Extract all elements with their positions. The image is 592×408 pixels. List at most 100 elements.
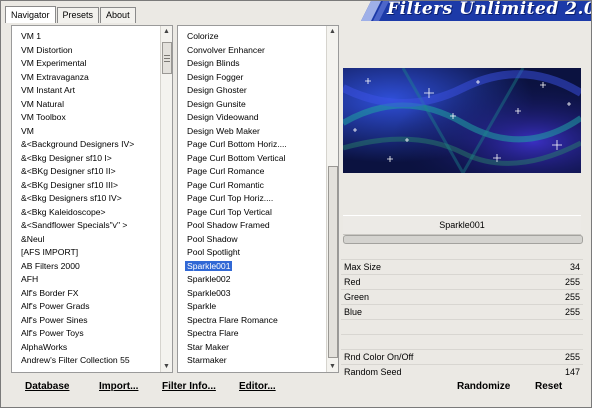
filter-item[interactable]: Design Ghoster — [178, 84, 326, 98]
category-item[interactable]: Alf's Border FX — [12, 287, 160, 301]
category-list[interactable]: VM 1 VM Distortion VM Experimental VM Extra… — [11, 25, 173, 373]
filter-item[interactable]: Design Videowand — [178, 111, 326, 125]
category-item-label: Andrew's Filter Collection 55 — [21, 355, 130, 365]
category-scroll-thumb[interactable] — [162, 42, 172, 74]
filter-item[interactable]: Page Curl Romantic — [178, 179, 326, 193]
database-button[interactable]: Database — [25, 380, 69, 394]
filter-item[interactable]: Page Curl Romance — [178, 165, 326, 179]
category-scrollbar[interactable]: ▲ ▼ — [160, 26, 172, 372]
reset-button[interactable]: Reset — [535, 380, 562, 394]
filter-item[interactable]: Spectra Flare — [178, 327, 326, 341]
filter-item-label: Star Maker — [187, 341, 230, 352]
category-item[interactable]: &<Bkg Kaleidoscope> — [12, 206, 160, 220]
category-item-label: Alf's Power Grads — [21, 301, 90, 311]
filter-item[interactable]: Star Maker — [178, 341, 326, 355]
filter-item[interactable]: Sparkle001 — [178, 260, 326, 274]
filter-list[interactable]: Colorize Convolver Enhancer Design Blinds D… — [177, 25, 339, 373]
filter-item[interactable]: Design Blinds — [178, 57, 326, 71]
filter-item[interactable]: Colorize — [178, 30, 326, 44]
category-item-label: VM 1 — [21, 31, 42, 41]
editor-button[interactable]: Editor... — [239, 380, 276, 394]
filter-item[interactable]: Design Fogger — [178, 71, 326, 85]
scroll-down-arrow-icon[interactable]: ▼ — [161, 361, 172, 372]
filter-item[interactable]: Sparkle — [178, 300, 326, 314]
category-item-label: &<Bkg Designer sf10 I> — [21, 152, 112, 163]
filter-item[interactable]: Design Gunsite — [178, 98, 326, 112]
filter-item[interactable]: Pool Shadow — [178, 233, 326, 247]
category-item[interactable]: VM Instant Art — [12, 84, 160, 98]
filter-item[interactable]: Pool Shadow Framed — [178, 219, 326, 233]
category-item[interactable]: VM Extravaganza — [12, 71, 160, 85]
category-item[interactable]: Andrew's Filter Collection 55 — [12, 354, 160, 368]
import-button[interactable]: Import... — [99, 380, 138, 394]
filter-scroll-thumb[interactable] — [328, 166, 338, 358]
category-item[interactable]: &<BKg Designer sf10 III> — [12, 179, 160, 193]
category-item-label: &<Background Designers IV> — [21, 139, 135, 149]
category-item[interactable]: &<BKg Designer sf10 II> — [12, 165, 160, 179]
selected-filter-name: Sparkle001 — [343, 215, 581, 235]
filter-item[interactable]: Page Curl Bottom Vertical — [178, 152, 326, 166]
filter-item[interactable]: Design Web Maker — [178, 125, 326, 139]
parameter-row[interactable]: Max Size 34 — [341, 259, 583, 274]
filter-items: Colorize Convolver Enhancer Design Blinds D… — [178, 30, 326, 368]
parameter-row — [341, 334, 583, 349]
parameter-value: 255 — [564, 307, 580, 317]
category-item[interactable]: AFH — [12, 273, 160, 287]
category-item-label: [AFS IMPORT] — [21, 247, 79, 257]
filter-item[interactable]: Pool Spotlight — [178, 246, 326, 260]
category-item-label: VM Toolbox — [21, 112, 66, 122]
tab-about[interactable]: About — [100, 7, 136, 23]
scroll-down-arrow-icon[interactable]: ▼ — [327, 361, 338, 372]
parameter-row[interactable]: Red 255 — [341, 274, 583, 289]
parameter-name: Green — [344, 292, 370, 302]
parameter-row[interactable]: Rnd Color On/Off 255 — [341, 349, 583, 364]
category-item[interactable]: Alf's Power Toys — [12, 327, 160, 341]
filter-item[interactable]: Starmaker — [178, 354, 326, 368]
category-item[interactable]: Alf's Power Grads — [12, 300, 160, 314]
category-item[interactable]: VM Toolbox — [12, 111, 160, 125]
randomize-button[interactable]: Randomize — [457, 380, 510, 394]
filter-item[interactable]: Sparkle002 — [178, 273, 326, 287]
category-item[interactable]: Alf's Power Sines — [12, 314, 160, 328]
parameter-list: Max Size 34 Red 255 Green 255 Blue 255 Rnd Color… — [341, 259, 583, 379]
parameter-row[interactable]: Blue 255 — [341, 304, 583, 319]
filter-info-button[interactable]: Filter Info... — [162, 380, 216, 394]
category-item[interactable]: VM — [12, 125, 160, 139]
category-item-label: VM Instant Art — [21, 85, 75, 95]
parameter-value: 255 — [564, 277, 580, 287]
filter-scrollbar[interactable]: ▲ ▼ — [326, 26, 338, 372]
category-item[interactable]: VM Distortion — [12, 44, 160, 58]
banner: Filters Unlimited 2.0 — [341, 1, 591, 21]
parameter-name: Blue — [344, 307, 363, 317]
filter-item[interactable]: Spectra Flare Romance — [178, 314, 326, 328]
tab-presets[interactable]: Presets — [56, 7, 100, 23]
category-item-label: VM Natural — [21, 98, 64, 109]
category-item[interactable]: &<Sandflower Specials"v" > — [12, 219, 160, 233]
category-item[interactable]: &<Background Designers IV> — [12, 138, 160, 152]
category-item[interactable]: AB Filters 2000 — [12, 260, 160, 274]
category-item[interactable]: &<Bkg Designers sf10 IV> — [12, 192, 160, 206]
category-item[interactable]: [AFS IMPORT] — [12, 246, 160, 260]
filter-item[interactable]: Sparkle003 — [178, 287, 326, 301]
filter-item-label: Page Curl Bottom Horiz.... — [187, 139, 287, 149]
category-items: VM 1 VM Distortion VM Experimental VM Extra… — [12, 30, 160, 368]
category-item-label: Alf's Border FX — [21, 287, 79, 298]
parameter-value: 255 — [564, 292, 580, 302]
filter-item[interactable]: Convolver Enhancer — [178, 44, 326, 58]
filter-item[interactable]: Page Curl Bottom Horiz.... — [178, 138, 326, 152]
filter-item[interactable]: Page Curl Top Horiz.... — [178, 192, 326, 206]
tab-navigator[interactable]: Navigator — [5, 6, 56, 23]
filter-item-label: Starmaker — [187, 355, 227, 365]
filter-item-label: Page Curl Top Horiz.... — [187, 193, 274, 203]
category-item[interactable]: VM 1 — [12, 30, 160, 44]
filter-item[interactable]: Page Curl Top Vertical — [178, 206, 326, 220]
scroll-up-arrow-icon[interactable]: ▲ — [161, 26, 172, 37]
parameter-row[interactable]: Random Seed 147 — [341, 364, 583, 379]
scroll-up-arrow-icon[interactable]: ▲ — [327, 26, 338, 37]
category-item[interactable]: &<Bkg Designer sf10 I> — [12, 152, 160, 166]
category-item[interactable]: &Neul — [12, 233, 160, 247]
parameter-row[interactable]: Green 255 — [341, 289, 583, 304]
category-item[interactable]: VM Natural — [12, 98, 160, 112]
category-item[interactable]: AlphaWorks — [12, 341, 160, 355]
category-item[interactable]: VM Experimental — [12, 57, 160, 71]
